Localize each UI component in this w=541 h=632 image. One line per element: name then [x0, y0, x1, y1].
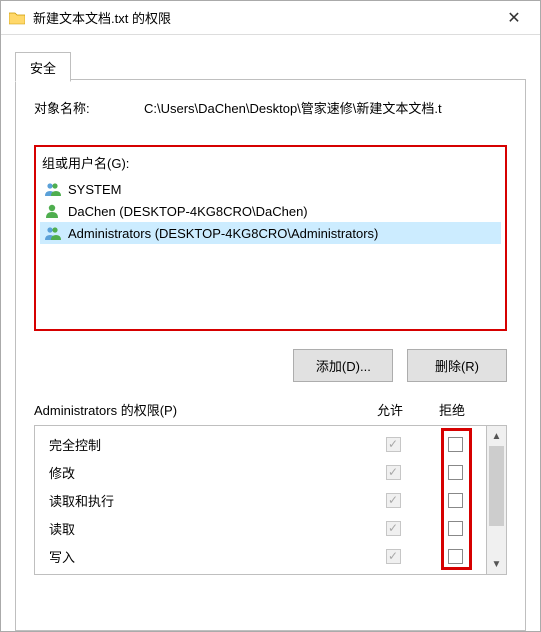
object-label: 对象名称: — [34, 98, 144, 117]
deny-checkbox[interactable] — [448, 437, 463, 452]
permissions-area: 完全控制 ✓ 修改 ✓ 读取和执行 ✓ 读取 ✓ 写入 ✓ ▲ ▼ — [34, 425, 507, 575]
permissions-listbox[interactable]: 完全控制 ✓ 修改 ✓ 读取和执行 ✓ 读取 ✓ 写入 ✓ — [34, 425, 487, 575]
permission-name: 修改 — [49, 463, 362, 482]
close-button[interactable]: ✕ — [492, 4, 536, 32]
remove-button[interactable]: 删除(R) — [407, 349, 507, 382]
folder-icon — [9, 11, 25, 25]
scroll-down-button[interactable]: ▼ — [487, 554, 506, 574]
titlebar: 新建文本文档.txt 的权限 ✕ — [1, 1, 540, 35]
allow-column-header: 允许 — [359, 400, 421, 419]
object-path: C:\Users\DaChen\Desktop\管家速修\新建文本文档.t — [144, 98, 507, 117]
permission-row: 读取 ✓ — [35, 514, 486, 542]
group-item-label: DaChen (DESKTOP-4KG8CRO\DaChen) — [68, 204, 308, 219]
deny-checkbox[interactable] — [448, 465, 463, 480]
group-item[interactable]: SYSTEM — [40, 178, 501, 200]
allow-checkbox: ✓ — [386, 493, 401, 508]
group-icon — [44, 181, 62, 197]
permission-row: 读取和执行 ✓ — [35, 486, 486, 514]
user-icon — [44, 203, 62, 219]
permissions-title: Administrators 的权限(P) — [34, 400, 359, 419]
deny-column-header: 拒绝 — [421, 400, 483, 419]
security-panel: 对象名称: C:\Users\DaChen\Desktop\管家速修\新建文本文… — [15, 79, 526, 631]
permission-row: 修改 ✓ — [35, 458, 486, 486]
tab-strip: 安全 — [15, 51, 540, 79]
permission-name: 读取 — [49, 519, 362, 538]
permission-name: 读取和执行 — [49, 491, 362, 510]
group-item[interactable]: Administrators (DESKTOP-4KG8CRO\Administ… — [40, 222, 501, 244]
close-icon: ✕ — [507, 8, 520, 28]
add-button[interactable]: 添加(D)... — [293, 349, 393, 382]
scroll-track[interactable] — [487, 446, 506, 554]
permissions-scrollbar[interactable]: ▲ ▼ — [487, 425, 507, 575]
button-row: 添加(D)... 删除(R) — [34, 349, 507, 382]
object-row: 对象名称: C:\Users\DaChen\Desktop\管家速修\新建文本文… — [34, 98, 507, 117]
permission-row: 写入 ✓ — [35, 542, 486, 570]
deny-checkbox[interactable] — [448, 493, 463, 508]
group-item-label: Administrators (DESKTOP-4KG8CRO\Administ… — [68, 226, 378, 241]
group-list[interactable]: SYSTEM DaChen (DESKTOP-4KG8CRO\DaChen) Adm… — [40, 178, 501, 244]
group-item[interactable]: DaChen (DESKTOP-4KG8CRO\DaChen) — [40, 200, 501, 222]
deny-checkbox[interactable] — [448, 549, 463, 564]
permission-name: 写入 — [49, 547, 362, 566]
deny-checkbox[interactable] — [448, 521, 463, 536]
tab-security[interactable]: 安全 — [15, 52, 71, 82]
permission-name: 完全控制 — [49, 435, 362, 454]
groups-box: 组或用户名(G): SYSTEM DaChen (DESKTOP-4KG8CRO\… — [34, 145, 507, 331]
window-title: 新建文本文档.txt 的权限 — [33, 8, 492, 27]
allow-checkbox: ✓ — [386, 437, 401, 452]
permissions-header: Administrators 的权限(P) 允许 拒绝 — [34, 400, 507, 419]
allow-checkbox: ✓ — [386, 549, 401, 564]
allow-checkbox: ✓ — [386, 521, 401, 536]
allow-checkbox: ✓ — [386, 465, 401, 480]
group-icon — [44, 225, 62, 241]
scroll-thumb[interactable] — [489, 446, 504, 526]
scroll-up-button[interactable]: ▲ — [487, 426, 506, 446]
group-item-label: SYSTEM — [68, 182, 121, 197]
groups-label: 组或用户名(G): — [42, 153, 499, 172]
permission-row: 完全控制 ✓ — [35, 430, 486, 458]
